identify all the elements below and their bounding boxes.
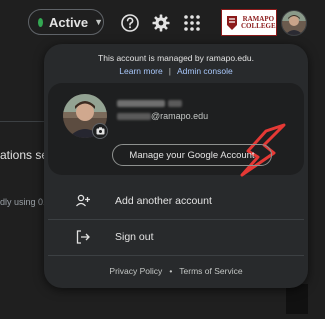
status-label: Active	[49, 14, 89, 30]
status-chip[interactable]: Active ▼	[28, 9, 104, 35]
apps-grid-icon[interactable]	[182, 13, 202, 33]
add-person-icon	[76, 194, 90, 207]
learn-more-link[interactable]: Learn more	[119, 66, 162, 76]
privacy-policy-link[interactable]: Privacy Policy	[109, 266, 162, 276]
link-separator: |	[168, 66, 171, 76]
account-name-redacted	[117, 100, 165, 107]
background-corner	[286, 284, 308, 314]
sign-out-row[interactable]: Sign out	[44, 222, 308, 252]
background-page	[0, 46, 48, 319]
menu-divider	[48, 219, 304, 220]
help-icon[interactable]	[120, 13, 140, 33]
status-dot	[38, 17, 44, 27]
college-emblem-icon	[227, 15, 237, 30]
top-app-bar: Active ▼ RAMAPO COLLEGE	[0, 0, 325, 46]
manage-account-button[interactable]: Manage your Google Account	[112, 144, 272, 166]
account-avatar-button[interactable]	[281, 10, 307, 36]
background-subtext: dly using 0.	[0, 197, 46, 207]
managed-links: Learn more | Admin console	[44, 66, 308, 76]
add-account-row[interactable]: Add another account	[44, 186, 308, 216]
profile-photo	[282, 11, 306, 35]
sign-out-icon	[76, 230, 90, 244]
managed-notice: This account is managed by ramapo.edu.	[98, 53, 254, 63]
add-account-label: Add another account	[115, 195, 212, 207]
account-menu-panel: This account is managed by ramapo.edu. L…	[44, 44, 308, 288]
account-email-redacted	[117, 113, 151, 120]
ramapo-college-logo[interactable]: RAMAPO COLLEGE	[221, 9, 277, 36]
footer-dot: •	[169, 266, 173, 276]
settings-gear-icon[interactable]	[151, 13, 171, 33]
terms-of-service-link[interactable]: Terms of Service	[179, 266, 242, 276]
chevron-down-icon: ▼	[94, 17, 103, 27]
menu-footer: Privacy Policy • Terms of Service	[44, 266, 308, 276]
account-email-domain: @ramapo.edu	[151, 111, 209, 121]
account-name-redacted-2	[168, 100, 182, 107]
sign-out-label: Sign out	[115, 231, 154, 243]
brand-text: RAMAPO COLLEGE	[241, 14, 276, 30]
change-photo-button[interactable]	[92, 123, 108, 139]
background-divider	[0, 121, 48, 122]
camera-icon	[96, 127, 104, 135]
admin-console-link[interactable]: Admin console	[177, 66, 233, 76]
footer-divider	[48, 255, 304, 256]
